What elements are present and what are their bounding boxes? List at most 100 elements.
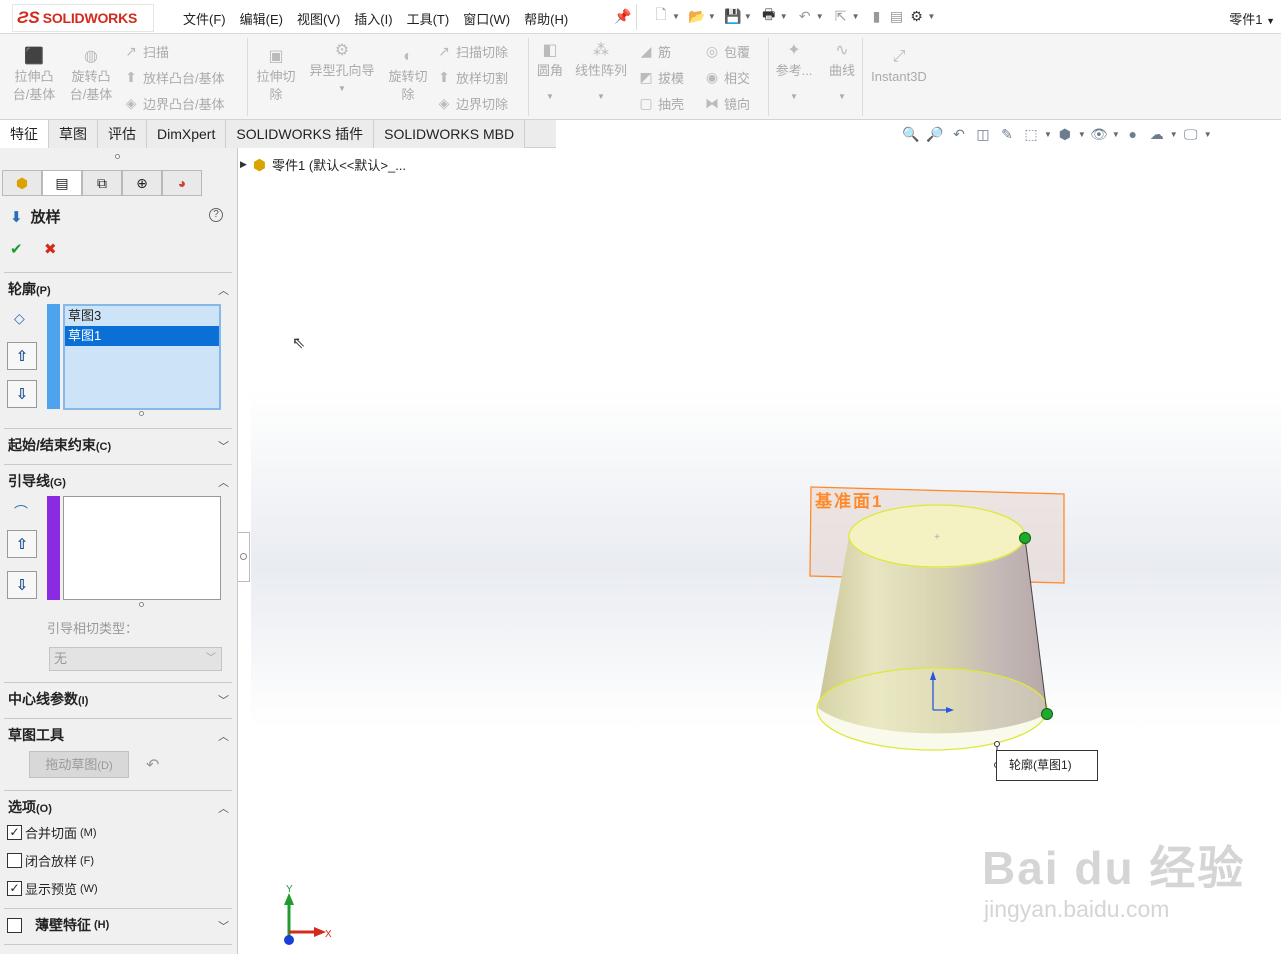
- start-end-constraints-header[interactable]: 起始/结束约束(C): [8, 435, 111, 455]
- ok-button[interactable]: ✔: [10, 240, 23, 258]
- expand-down-icon[interactable]: ﹀: [218, 692, 229, 708]
- guides-key: (G): [50, 477, 66, 489]
- section-divider: [4, 944, 232, 945]
- feature-manager-icon: ⬢: [15, 174, 29, 191]
- section-divider: [4, 908, 232, 909]
- collapse-up-icon[interactable]: ︿: [218, 282, 229, 298]
- profile-selector-icon: ◇: [14, 310, 25, 326]
- profiles-section-header[interactable]: 轮廓(P): [8, 279, 51, 299]
- move-up-button[interactable]: ⇧: [7, 342, 37, 370]
- panel-collapse-handle[interactable]: [238, 532, 250, 582]
- arrow-up-icon: ⇧: [15, 348, 29, 365]
- close-loft-checkbox[interactable]: [7, 853, 22, 868]
- profile-sketch1-ellipse[interactable]: [816, 667, 1048, 751]
- collapse-up-icon[interactable]: ︿: [218, 728, 229, 744]
- close-loft-label: 闭合放样: [25, 854, 78, 869]
- drag-sketch-button[interactable]: 拖动草图(D): [29, 751, 129, 778]
- section-divider: [4, 718, 232, 719]
- centerline-label: 中心线参数: [8, 691, 78, 707]
- options-label: 选项: [8, 799, 36, 815]
- guide-curve-selector-icon: ⌒: [14, 504, 28, 520]
- callout-anchor: [994, 741, 1000, 747]
- undo-sketch-drag-icon[interactable]: ↶: [146, 755, 159, 775]
- profiles-key: (P): [36, 285, 51, 297]
- drag-sketch-label: 拖动草图: [45, 757, 98, 772]
- list-resize-grip[interactable]: [139, 411, 144, 416]
- centerline-parameters-header[interactable]: 中心线参数(I): [8, 689, 88, 709]
- show-preview-option[interactable]: ✓ 显示预览 (W): [7, 879, 98, 898]
- drag-sketch-key: (D): [97, 760, 113, 772]
- move-up-button[interactable]: ⇧: [7, 530, 37, 558]
- show-preview-checkbox[interactable]: ✓: [7, 881, 22, 896]
- watermark-subtext: jingyan.baidu.com: [984, 896, 1170, 922]
- guide-curves-header[interactable]: 引导线(G): [8, 471, 66, 491]
- triad-z-axis: [284, 935, 294, 945]
- section-divider: [4, 682, 232, 683]
- arrow-down-icon: ⇩: [15, 577, 29, 594]
- start-end-label: 起始/结束约束: [8, 437, 96, 453]
- configuration-manager-tab[interactable]: ⧉: [82, 170, 122, 196]
- expand-down-icon[interactable]: ﹀: [218, 438, 229, 454]
- collapse-up-icon[interactable]: ︿: [218, 474, 229, 490]
- loft-icon: ⬇: [10, 208, 23, 226]
- feature-manager-tab[interactable]: ⬢: [2, 170, 42, 196]
- show-preview-label: 显示预览: [25, 882, 78, 897]
- profiles-label: 轮廓: [8, 281, 36, 297]
- thin-feature-header[interactable]: 薄壁特征 (H): [7, 915, 109, 935]
- property-manager-icon: ▤: [55, 174, 69, 191]
- sketch-tools-label: 草图工具: [8, 727, 64, 743]
- start-end-key: (C): [95, 441, 112, 453]
- section-divider: [4, 464, 232, 465]
- guide-tangency-value: 无: [54, 651, 68, 666]
- section-divider: [4, 790, 232, 791]
- thin-feature-checkbox[interactable]: [7, 917, 22, 933]
- property-manager: ⬢ ▤ ⧉ ⊕ ◕ ⬇ 放样 ? ✔ ✖ 轮廓(P) ︿ ◇ 草图3 草图1 ⇧…: [0, 148, 238, 954]
- center-mark-icon: +: [934, 532, 940, 543]
- cancel-button[interactable]: ✖: [44, 240, 57, 258]
- connector-handle-top[interactable]: [1019, 532, 1031, 544]
- sketch-tools-header[interactable]: 草图工具: [8, 725, 64, 745]
- merge-tangent-faces-checkbox[interactable]: ✓: [7, 825, 22, 840]
- property-manager-tab[interactable]: ▤: [42, 170, 82, 196]
- plane-label[interactable]: 基准面1: [815, 487, 883, 512]
- merge-tangent-faces-option[interactable]: ✓ 合并切面 (M): [7, 823, 97, 842]
- watermark-text: Bai du 经验: [982, 842, 1246, 894]
- display-manager-icon: ◕: [177, 175, 187, 191]
- profiles-list[interactable]: 草图3 草图1: [63, 304, 221, 410]
- panel-grip[interactable]: [115, 154, 120, 159]
- close-loft-option[interactable]: 闭合放样 (F): [7, 851, 94, 870]
- guides-label: 引导线: [8, 473, 50, 489]
- dimxpert-manager-icon: ⊕: [136, 174, 148, 191]
- arrow-up-icon: ⇧: [15, 536, 29, 553]
- manager-tabs: ⬢ ▤ ⧉ ⊕ ◕: [2, 170, 202, 196]
- pm-title-text: 放样: [30, 209, 61, 226]
- guides-color-bar: [47, 496, 60, 600]
- list-item[interactable]: 草图3: [65, 306, 219, 326]
- arrow-down-icon: ⇩: [15, 386, 29, 403]
- chevron-down-icon: ﹀: [206, 653, 216, 664]
- help-icon[interactable]: ?: [209, 208, 223, 222]
- list-item-selected[interactable]: 草图1: [65, 326, 219, 346]
- section-divider: [4, 428, 232, 429]
- profile-callout[interactable]: 轮廓(草图1): [996, 750, 1098, 781]
- guide-curves-list[interactable]: [63, 496, 221, 600]
- options-key: (O): [36, 803, 52, 815]
- list-resize-grip[interactable]: [139, 602, 144, 607]
- merge-faces-label: 合并切面: [25, 826, 78, 841]
- triad-y-label: Y: [286, 884, 293, 895]
- expand-down-icon[interactable]: ﹀: [218, 918, 229, 934]
- connector-handle-bottom[interactable]: [1041, 708, 1053, 720]
- merge-faces-key: (M): [80, 826, 97, 839]
- move-down-button[interactable]: ⇩: [7, 380, 37, 408]
- collapse-up-icon[interactable]: ︿: [218, 800, 229, 816]
- configuration-manager-icon: ⧉: [97, 174, 107, 191]
- options-header[interactable]: 选项(O): [8, 797, 52, 817]
- thin-feature-label: 薄壁特征: [35, 917, 91, 933]
- move-down-button[interactable]: ⇩: [7, 571, 37, 599]
- section-divider: [4, 272, 232, 273]
- guide-tangency-select[interactable]: 无 ﹀: [49, 647, 222, 671]
- profiles-color-bar: [47, 304, 60, 409]
- dimxpert-manager-tab[interactable]: ⊕: [122, 170, 162, 196]
- display-manager-tab[interactable]: ◕: [162, 170, 202, 196]
- thin-feature-key: (H): [94, 919, 110, 931]
